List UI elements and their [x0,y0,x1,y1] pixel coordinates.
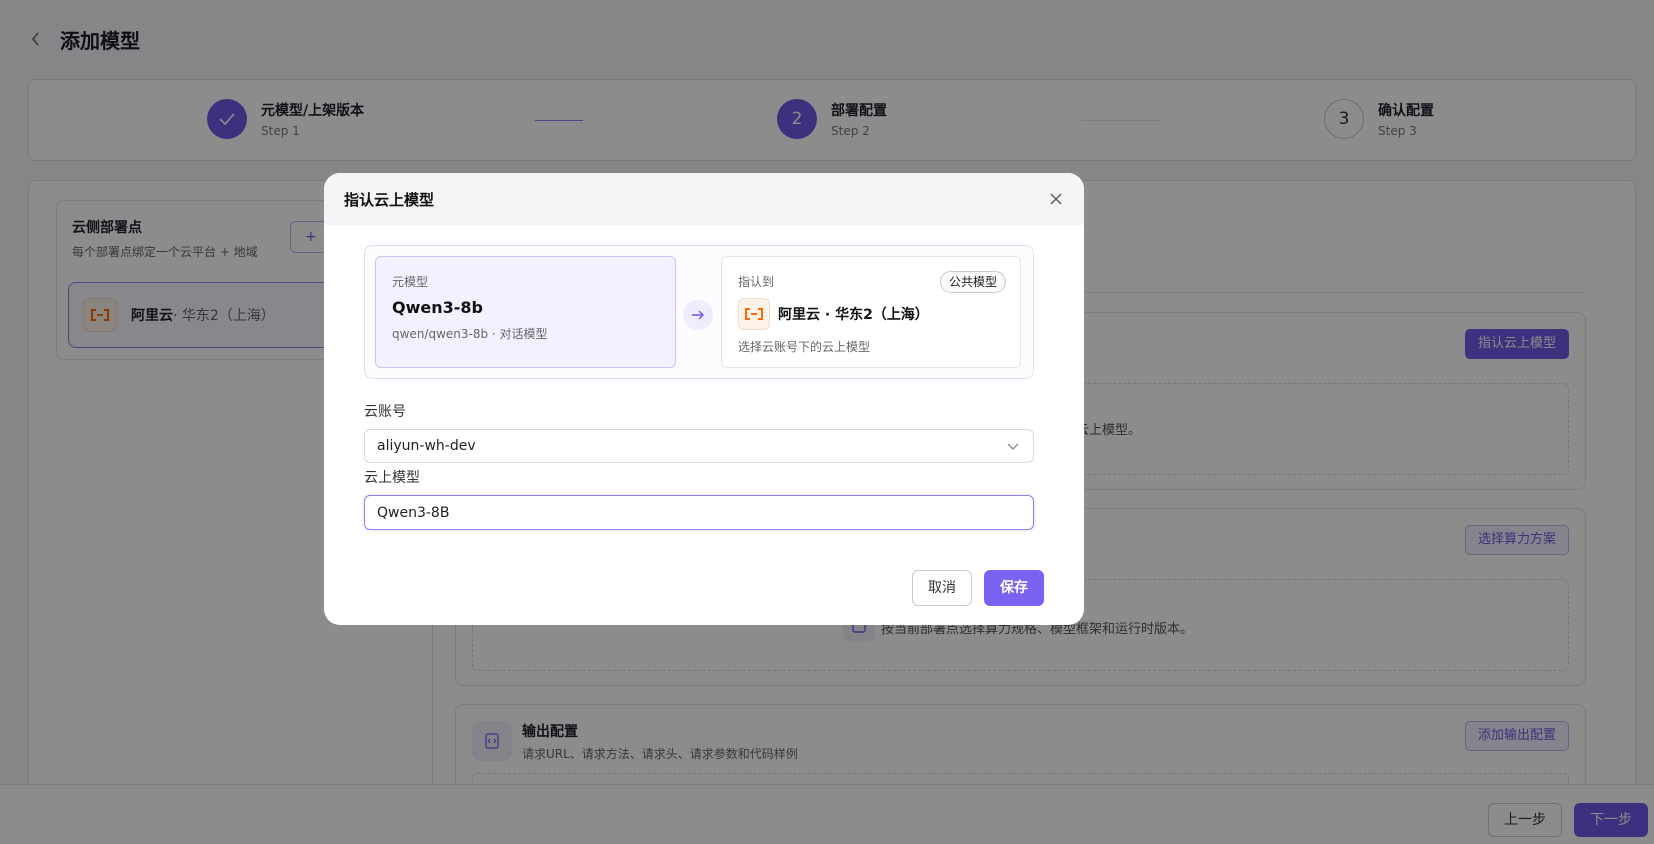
dialog-header: 指认云上模型 [324,173,1084,225]
close-icon[interactable] [1046,189,1066,209]
source-model-card: 元模型 Qwen3-8b qwen/qwen3-8b · 对话模型 [375,256,676,368]
cloud-model-input[interactable] [364,495,1034,530]
source-label: 元模型 [392,275,429,289]
account-value: aliyun-wh-dev [377,438,476,454]
target-hint: 选择云账号下的云上模型 [738,340,871,354]
dialog-title: 指认云上模型 [344,190,435,209]
cloud-model-label: 云上模型 [364,470,420,486]
mapping-summary: 元模型 Qwen3-8b qwen/qwen3-8b · 对话模型 指认到 公共… [364,245,1034,379]
arrow-right-icon [683,300,713,330]
public-model-badge: 公共模型 [939,271,1006,293]
source-model-name: Qwen3-8b [392,298,483,317]
aliyun-logo-icon [738,298,770,330]
save-button[interactable]: 保存 [984,570,1044,606]
account-label: 云账号 [364,404,406,420]
source-model-meta: qwen/qwen3-8b · 对话模型 [392,327,548,341]
chevron-down-icon [1005,438,1021,454]
cancel-button[interactable]: 取消 [912,570,972,606]
map-cloud-model-dialog: 指认云上模型 元模型 Qwen3-8b qwen/qwen3-8b · 对话模型… [324,173,1084,625]
account-select[interactable]: aliyun-wh-dev [364,429,1034,463]
target-card: 指认到 公共模型 阿里云 · 华东2（上海） 选择云账号下的云上模型 [721,256,1021,368]
target-name: 阿里云 · 华东2（上海） [778,307,929,323]
